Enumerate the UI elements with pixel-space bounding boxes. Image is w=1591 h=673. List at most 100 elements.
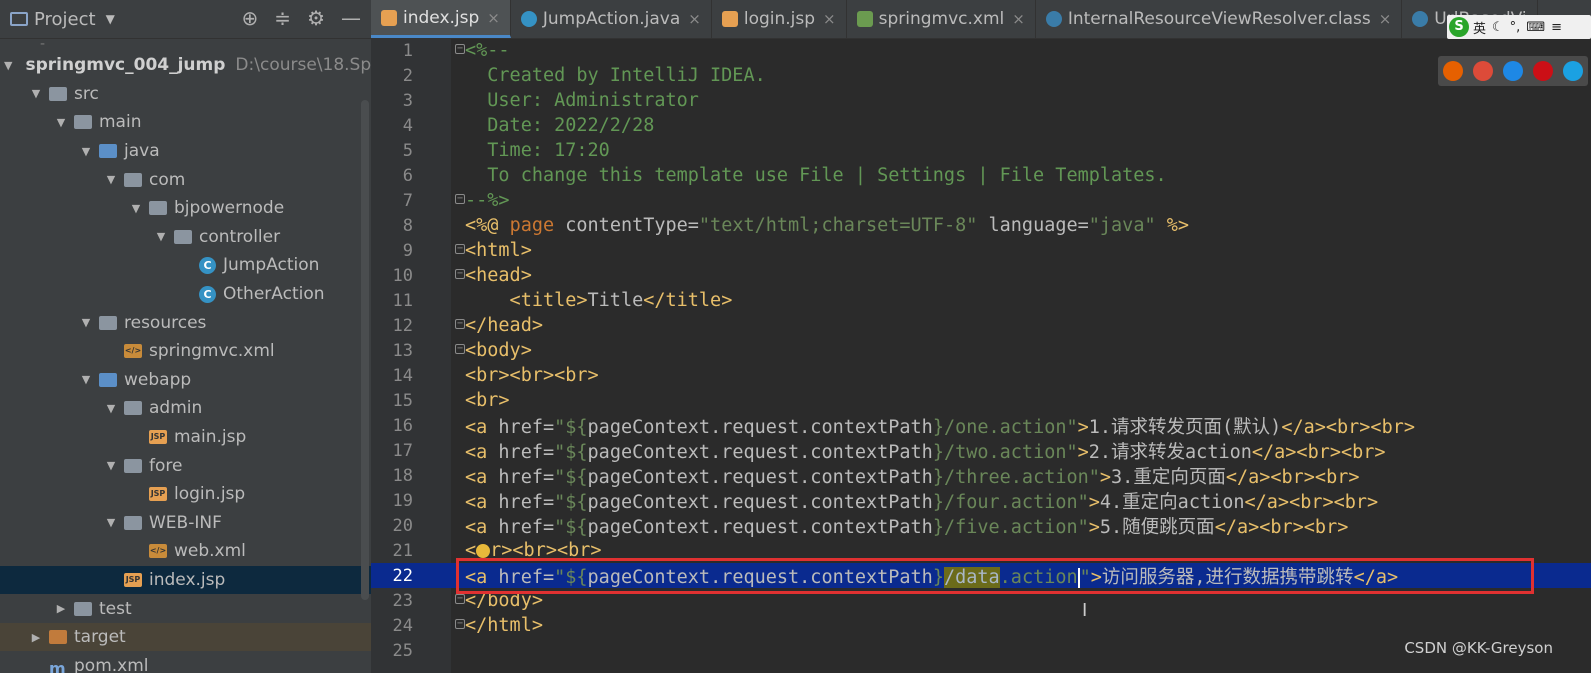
- close-icon[interactable]: ×: [1012, 10, 1025, 28]
- tree-item[interactable]: ▼ com: [0, 165, 371, 194]
- project-panel-header: Project ▼ ⊕ ≑ ⚙ —: [0, 0, 371, 39]
- tree-item[interactable]: </> web.xml: [0, 537, 371, 566]
- code-line[interactable]: 13 − <body>: [371, 338, 1591, 363]
- punctuation-icon[interactable]: °,: [1510, 20, 1521, 35]
- code-line[interactable]: 20 <a href="${pageContext.request.context…: [371, 513, 1591, 538]
- chevron-down-icon[interactable]: ▼: [79, 316, 93, 329]
- fold-toggle-icon[interactable]: −: [455, 244, 465, 254]
- code-line[interactable]: 9 − <html>: [371, 238, 1591, 263]
- code-line[interactable]: 11 <title>Title</title>: [371, 288, 1591, 313]
- tree-item[interactable]: ▼ resources: [0, 308, 371, 337]
- code-line[interactable]: 4 Date: 2022/2/28: [371, 113, 1591, 138]
- minimize-icon[interactable]: —: [341, 6, 361, 30]
- tree-item[interactable]: </> springmvc.xml: [0, 337, 371, 366]
- lightbulb-icon[interactable]: [476, 544, 491, 558]
- chevron-down-icon[interactable]: ▼: [104, 459, 118, 472]
- fold-toggle-icon[interactable]: −: [455, 344, 465, 354]
- editor-tab[interactable]: springmvc.xml ×: [847, 0, 1036, 38]
- tree-item[interactable]: ▼ controller: [0, 223, 371, 252]
- keyboard-icon[interactable]: ⌨: [1526, 20, 1545, 35]
- collapse-all-icon[interactable]: ≑: [274, 6, 291, 30]
- fold-toggle-icon[interactable]: −: [455, 594, 465, 604]
- chevron-down-icon[interactable]: ▼: [79, 373, 93, 386]
- code-line[interactable]: 10 − <head>: [371, 263, 1591, 288]
- tree-item[interactable]: ▼ java: [0, 137, 371, 166]
- tree-item[interactable]: m pom.xml: [0, 651, 371, 673]
- tree-item[interactable]: ▼ bjpowernode: [0, 194, 371, 223]
- fold-toggle-icon[interactable]: −: [455, 319, 465, 329]
- fold-gutter: [413, 88, 453, 113]
- project-panel-title[interactable]: Project: [34, 9, 96, 30]
- chrome-icon[interactable]: [1473, 61, 1493, 81]
- tree-item[interactable]: JSP main.jsp: [0, 423, 371, 452]
- tree-item-project-root[interactable]: ▼ springmvc_004_jump D:\course\18.Sprin: [0, 51, 371, 80]
- tree-item[interactable]: JSP index.jsp: [0, 565, 371, 595]
- code-line[interactable]: 2 Created by IntelliJ IDEA.: [371, 63, 1591, 88]
- code-line[interactable]: 15 <br>: [371, 388, 1591, 413]
- code-line[interactable]: 17 <a href="${pageContext.request.context…: [371, 438, 1591, 463]
- menu-icon[interactable]: ≡: [1551, 20, 1562, 35]
- code-line[interactable]: 1 − <%--: [371, 38, 1591, 63]
- fold-toggle-icon[interactable]: −: [455, 269, 465, 279]
- chevron-down-icon[interactable]: ▼: [54, 116, 68, 129]
- ime-language-label[interactable]: 英: [1473, 18, 1486, 37]
- code-line[interactable]: 12 − </head>: [371, 313, 1591, 338]
- ie-icon[interactable]: [1563, 61, 1583, 81]
- chevron-down-icon[interactable]: ▼: [104, 402, 118, 415]
- close-icon[interactable]: ×: [487, 9, 500, 27]
- fold-toggle-icon[interactable]: −: [455, 44, 465, 54]
- ime-toolbar[interactable]: S 英 ☾ °, ⌨ ≡: [1447, 15, 1591, 39]
- tree-item[interactable]: ▼ fore: [0, 451, 371, 480]
- chevron-down-icon[interactable]: ▼: [4, 59, 12, 72]
- safari-icon[interactable]: [1503, 61, 1523, 81]
- opera-icon[interactable]: [1533, 61, 1553, 81]
- code-line[interactable]: 6 To change this template use File | Set…: [371, 163, 1591, 188]
- code-line[interactable]: 18 <a href="${pageContext.request.context…: [371, 463, 1591, 488]
- code-line[interactable]: 3 User: Administrator: [371, 88, 1591, 113]
- moon-icon[interactable]: ☾: [1492, 20, 1504, 35]
- fold-toggle-icon[interactable]: −: [455, 619, 465, 629]
- gear-icon[interactable]: ⚙: [307, 6, 325, 30]
- close-icon[interactable]: ×: [688, 10, 701, 28]
- tree-item[interactable]: JSP login.jsp: [0, 480, 371, 509]
- chevron-down-icon[interactable]: ▼: [106, 12, 115, 26]
- code-line[interactable]: 5 Time: 17:20: [371, 138, 1591, 163]
- code-token: "${: [554, 416, 588, 438]
- chevron-down-icon[interactable]: ▼: [79, 145, 93, 158]
- code-line[interactable]: 24 − </html>: [371, 613, 1591, 638]
- sidebar-scrollbar[interactable]: [361, 100, 369, 600]
- tree-item[interactable]: ▼ admin: [0, 394, 371, 423]
- tree-item[interactable]: C OtherAction: [0, 280, 371, 309]
- close-icon[interactable]: ×: [1379, 10, 1392, 28]
- tree-item[interactable]: ▼ src: [0, 80, 371, 109]
- code-line[interactable]: 19 <a href="${pageContext.request.context…: [371, 488, 1591, 513]
- line-number: 8: [402, 215, 413, 236]
- chevron-down-icon[interactable]: ▼: [29, 87, 43, 100]
- locate-icon[interactable]: ⊕: [242, 6, 259, 30]
- chevron-down-icon[interactable]: ▼: [104, 173, 118, 186]
- code-line[interactable]: 7 − --%>: [371, 188, 1591, 213]
- code-line[interactable]: 16 <a href="${pageContext.request.context…: [371, 413, 1591, 438]
- chevron-down-icon[interactable]: ▼: [129, 202, 143, 215]
- tree-item[interactable]: C JumpAction: [0, 251, 371, 280]
- code-line[interactable]: 14 <br><br><br>: [371, 363, 1591, 388]
- code-token: <%@: [465, 215, 510, 236]
- editor-tab[interactable]: login.jsp ×: [712, 0, 847, 38]
- chevron-down-icon[interactable]: ▼: [104, 516, 118, 529]
- firefox-icon[interactable]: [1443, 61, 1463, 81]
- tree-item[interactable]: ▼ main: [0, 108, 371, 137]
- tree-item[interactable]: ▶ test: [0, 594, 371, 623]
- tree-item[interactable]: ▼ webapp: [0, 366, 371, 395]
- tree-item-label: resources: [124, 312, 207, 333]
- editor-tab[interactable]: index.jsp ×: [371, 0, 511, 38]
- tree-item[interactable]: ▼ WEB-INF: [0, 509, 371, 538]
- close-icon[interactable]: ×: [823, 10, 836, 28]
- chevron-right-icon[interactable]: ▶: [29, 631, 43, 644]
- tree-item[interactable]: ▶ target: [0, 622, 371, 652]
- code-line[interactable]: 8 <%@ page contentType="text/html;charset…: [371, 213, 1591, 238]
- editor-tab[interactable]: InternalResourceViewResolver.class ×: [1036, 0, 1403, 38]
- editor-tab[interactable]: JumpAction.java ×: [511, 0, 712, 38]
- chevron-down-icon[interactable]: ▼: [154, 230, 168, 243]
- chevron-right-icon[interactable]: ▶: [54, 602, 68, 615]
- fold-toggle-icon[interactable]: −: [455, 194, 465, 204]
